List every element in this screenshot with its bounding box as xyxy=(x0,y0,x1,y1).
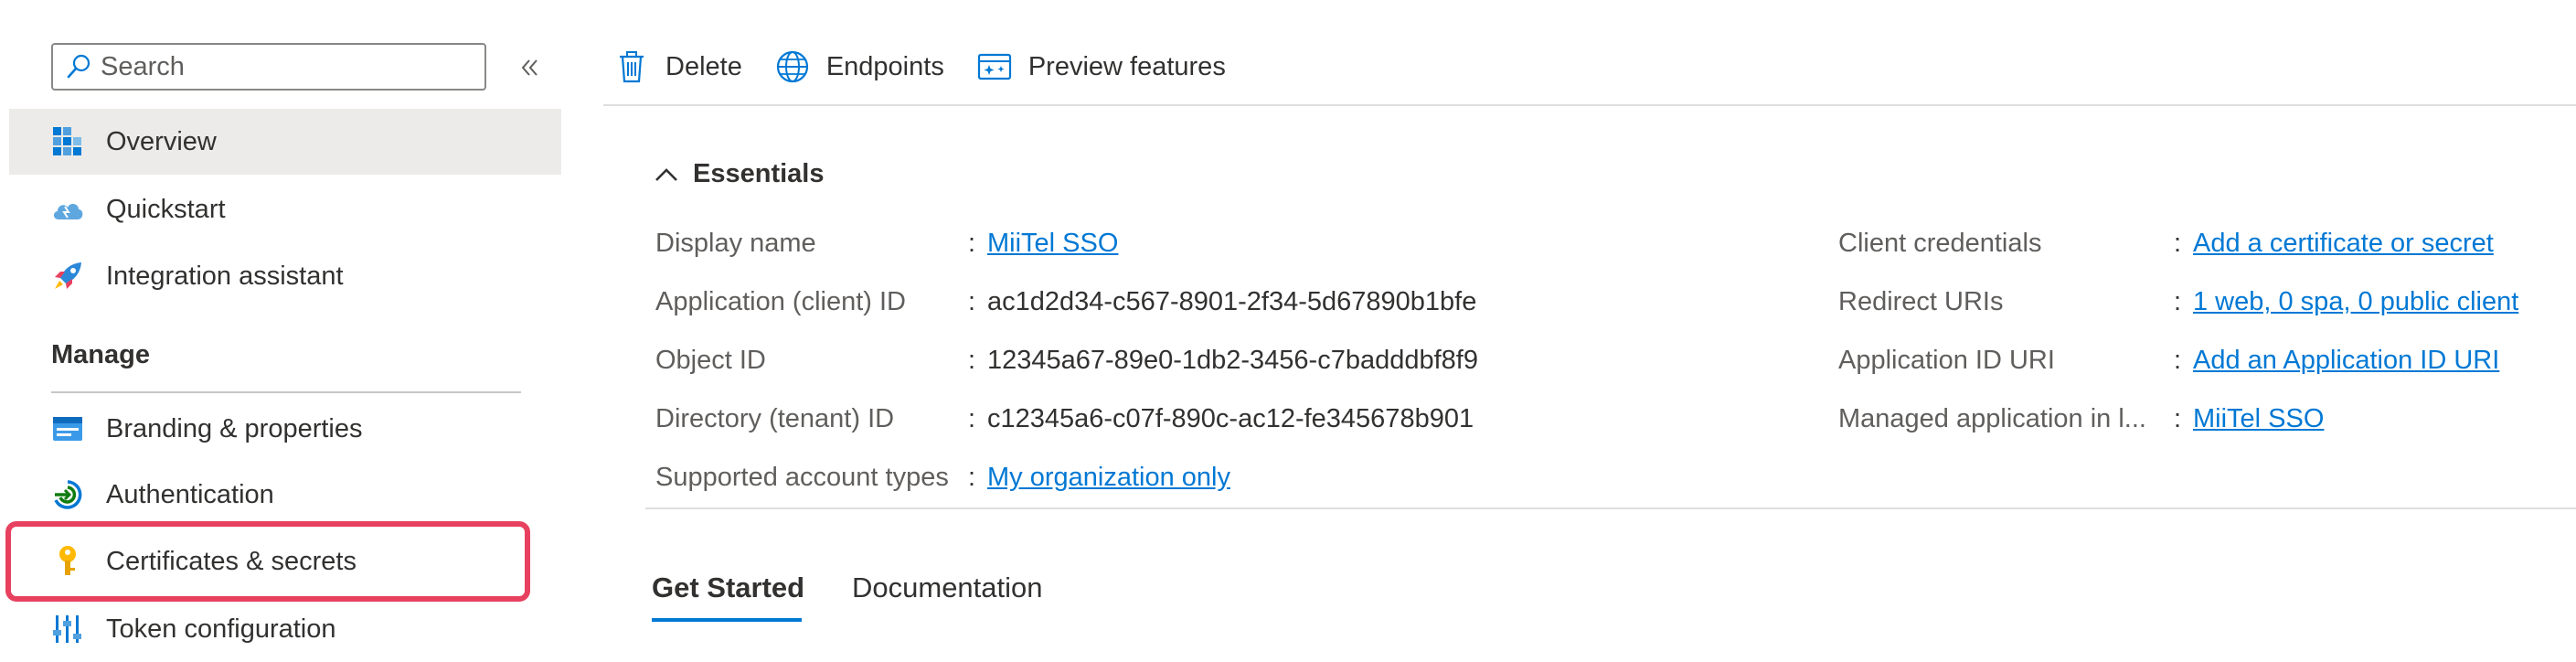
essentials-toggle[interactable]: Essentials xyxy=(653,159,824,189)
client-credentials-link[interactable]: Add a certificate or secret xyxy=(2193,229,2494,259)
sidebar-item-branding-properties[interactable]: Branding & properties xyxy=(9,396,561,462)
sidebar-item-token-configuration[interactable]: Token configuration xyxy=(9,596,561,662)
command-bar: Delete Endpoints Preview features xyxy=(612,38,1257,95)
sidebar-item-quickstart[interactable]: Quickstart xyxy=(9,176,561,242)
sidebar-item-label: Token configuration xyxy=(106,614,336,644)
object-id-value: 12345a67-89e0-1db2-3456-c7badddbf8f9 xyxy=(987,346,1478,375)
endpoints-button[interactable]: Endpoints xyxy=(773,48,944,86)
supported-account-types-link[interactable]: My organization only xyxy=(987,463,1230,493)
preview-features-label: Preview features xyxy=(1027,51,1226,81)
application-id-uri-label: Application ID URI xyxy=(1838,346,2055,375)
colon: : xyxy=(968,287,976,316)
colon: : xyxy=(968,404,976,433)
manage-divider xyxy=(51,391,521,393)
rocket-icon xyxy=(49,258,86,294)
collapse-sidebar-button[interactable] xyxy=(512,48,548,88)
quickstart-cloud-icon xyxy=(49,191,86,228)
colon: : xyxy=(2174,404,2182,433)
directory-tenant-id-value: c12345a6-c07f-890c-ac12-fe345678b901 xyxy=(987,404,1474,433)
tab-get-started[interactable]: Get Started xyxy=(652,571,804,604)
search-box[interactable] xyxy=(51,43,486,91)
essentials-title: Essentials xyxy=(693,159,825,188)
authentication-icon xyxy=(49,476,86,513)
double-chevron-left-icon xyxy=(521,59,538,76)
application-id-uri-link[interactable]: Add an Application ID URI xyxy=(2193,346,2499,376)
endpoints-label: Endpoints xyxy=(825,51,944,81)
globe-icon xyxy=(773,48,812,86)
colon: : xyxy=(2174,287,2182,316)
search-icon xyxy=(62,50,95,83)
colon: : xyxy=(968,463,976,492)
essentials-divider xyxy=(645,507,2576,509)
sidebar-item-label: Authentication xyxy=(106,479,274,509)
sidebar-item-label: Branding & properties xyxy=(106,413,363,443)
redirect-uris-label: Redirect URIs xyxy=(1838,287,2004,316)
display-name-link[interactable]: MiiTel SSO xyxy=(987,229,1118,259)
colon: : xyxy=(968,346,976,375)
sidebar-item-label: Integration assistant xyxy=(106,261,344,291)
sidebar-item-label: Quickstart xyxy=(106,194,226,224)
selected-tab-indicator xyxy=(652,618,802,622)
colon: : xyxy=(2174,229,2182,258)
supported-account-types-label: Supported account types xyxy=(655,463,949,492)
colon: : xyxy=(2174,346,2182,375)
highlight-annotation-box xyxy=(5,521,530,602)
preview-features-icon xyxy=(975,48,1014,86)
preview-features-button[interactable]: Preview features xyxy=(975,48,1226,86)
toolbar-divider xyxy=(603,104,2576,106)
delete-button[interactable]: Delete xyxy=(612,48,742,86)
application-client-id-label: Application (client) ID xyxy=(655,287,906,316)
managed-application-label: Managed application in l... xyxy=(1838,404,2146,433)
sidebar-item-integration-assistant[interactable]: Integration assistant xyxy=(9,243,561,309)
tab-documentation[interactable]: Documentation xyxy=(852,571,1043,604)
object-id-label: Object ID xyxy=(655,346,766,375)
sidebar-item-authentication[interactable]: Authentication xyxy=(9,462,561,528)
application-client-id-value: ac1d2d34-c567-8901-2f34-5d67890b1bfe xyxy=(987,287,1477,316)
delete-label: Delete xyxy=(665,51,742,81)
display-name-label: Display name xyxy=(655,229,816,258)
colon: : xyxy=(968,229,976,258)
sidebar-item-label: Overview xyxy=(106,126,217,156)
overview-icon xyxy=(49,123,86,160)
sidebar-item-overview[interactable]: Overview xyxy=(9,109,561,175)
directory-tenant-id-label: Directory (tenant) ID xyxy=(655,404,895,433)
client-credentials-label: Client credentials xyxy=(1838,229,2042,258)
token-config-icon xyxy=(49,611,86,647)
branding-icon xyxy=(49,411,86,447)
redirect-uris-link[interactable]: 1 web, 0 spa, 0 public client xyxy=(2193,287,2518,317)
manage-section-heading: Manage xyxy=(51,340,150,369)
trash-icon xyxy=(612,48,651,86)
managed-application-link[interactable]: MiiTel SSO xyxy=(2193,404,2324,434)
chevron-up-icon xyxy=(653,161,680,188)
search-input[interactable] xyxy=(95,51,466,82)
